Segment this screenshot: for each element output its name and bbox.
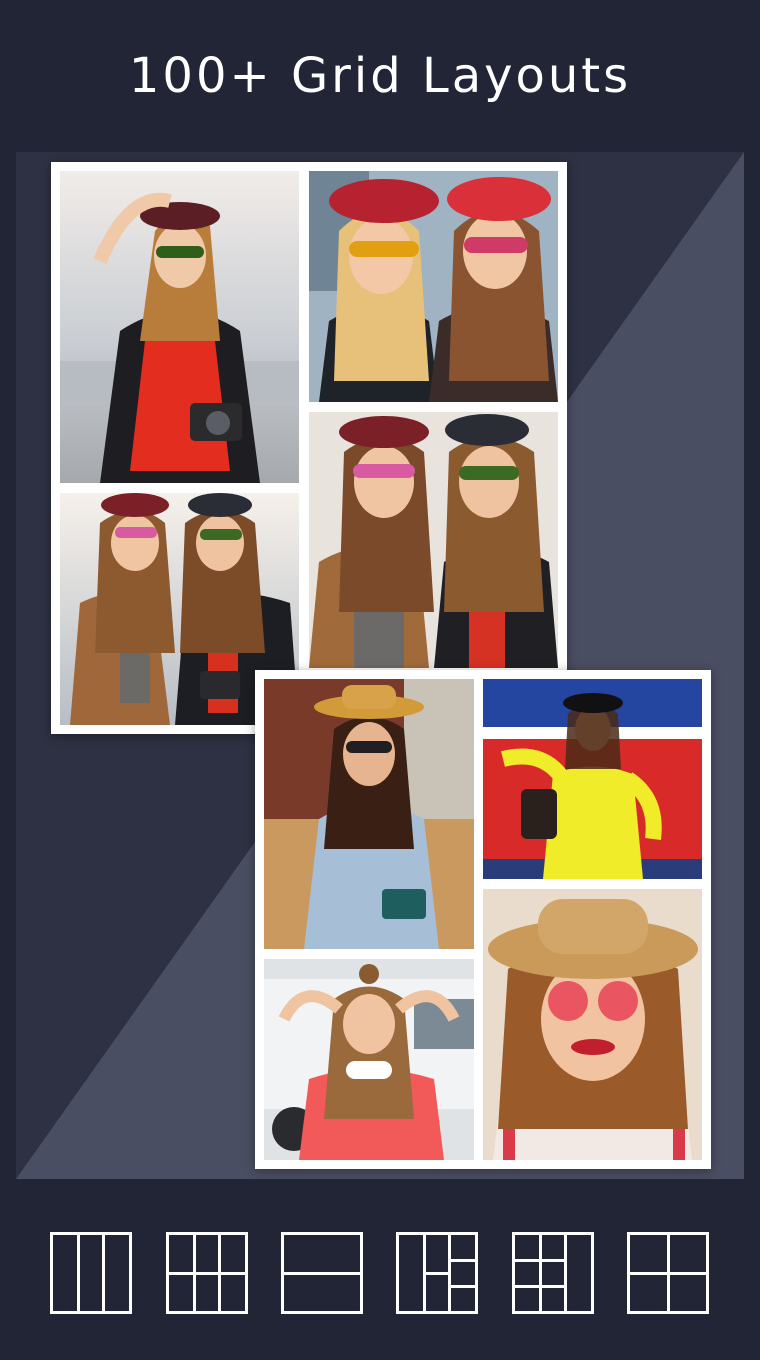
layout-toolbar bbox=[0, 1179, 760, 1360]
collage-bottom-right[interactable] bbox=[255, 670, 711, 1169]
photo-girl-yellow-sweater-flag[interactable] bbox=[483, 679, 702, 879]
layout-option-five-grid[interactable] bbox=[512, 1232, 594, 1314]
layout-option-six-grid[interactable] bbox=[166, 1232, 248, 1314]
preview-stage bbox=[16, 152, 744, 1179]
layout-option-mixed-grid[interactable] bbox=[396, 1232, 478, 1314]
photo-girl-straw-hat-blue-dress[interactable] bbox=[264, 679, 474, 949]
layout-option-three-columns[interactable] bbox=[50, 1232, 132, 1314]
photo-two-girls-sunglasses-closeup[interactable] bbox=[309, 412, 558, 668]
photo-girl-headphones-car[interactable] bbox=[264, 959, 474, 1160]
photo-girl-red-shirt-camera[interactable] bbox=[60, 171, 299, 483]
header: 100+ Grid Layouts bbox=[0, 0, 760, 152]
photo-girl-red-sunglasses-hat[interactable] bbox=[483, 889, 702, 1160]
collage-top-left[interactable] bbox=[51, 162, 567, 734]
photo-two-girls-floral-caps[interactable] bbox=[309, 171, 558, 402]
layout-option-four-grid[interactable] bbox=[627, 1232, 709, 1314]
layout-option-two-rows[interactable] bbox=[281, 1232, 363, 1314]
page-title: 100+ Grid Layouts bbox=[128, 48, 632, 104]
